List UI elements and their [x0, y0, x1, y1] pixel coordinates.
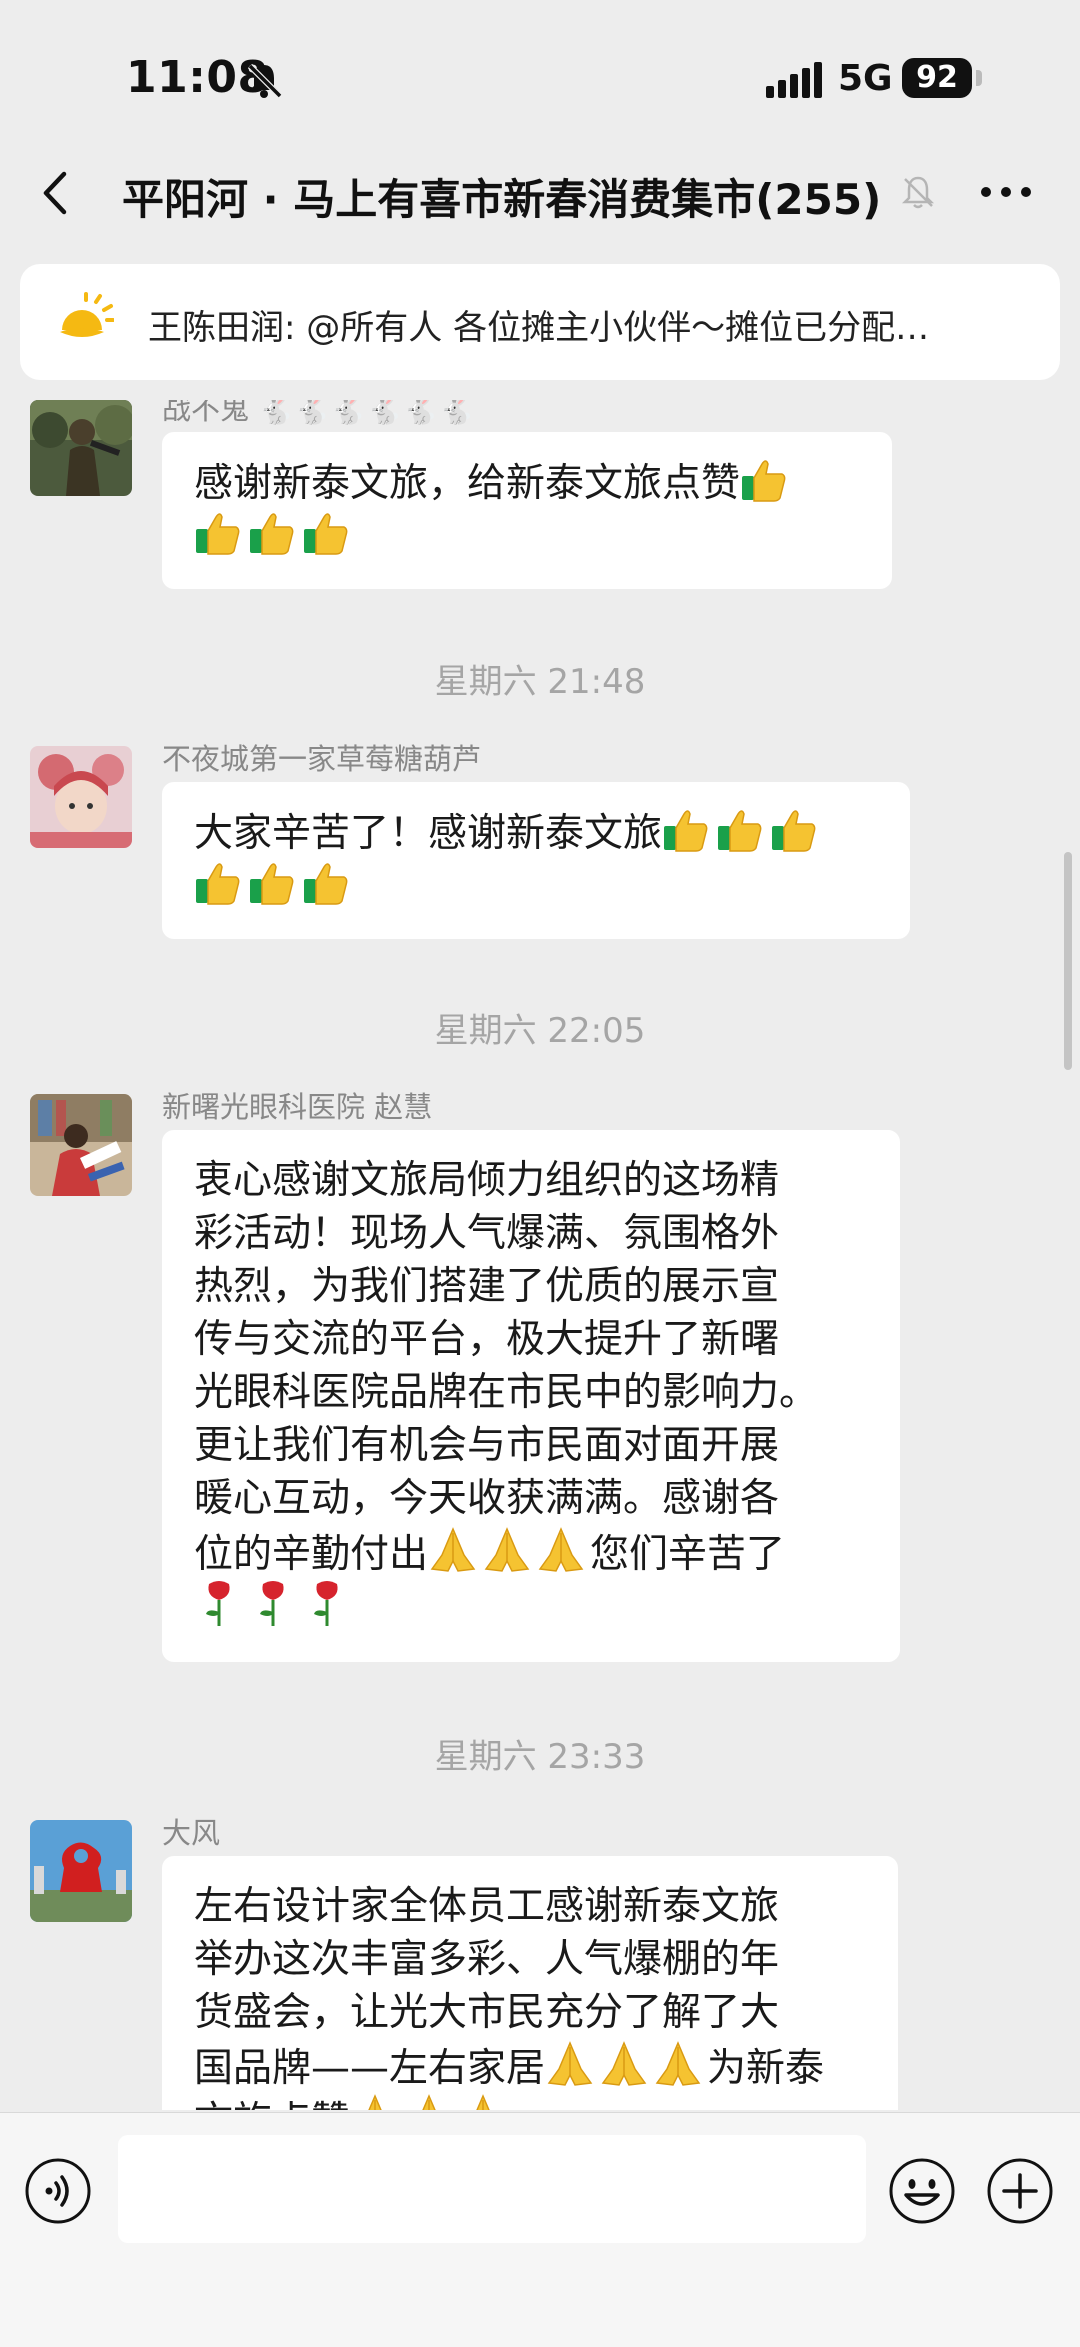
thumbs-up-icon	[304, 863, 348, 905]
message-timestamp: 星期六 21:48	[434, 662, 646, 702]
message-text: 举办这次丰富多彩、人气爆棚的年	[194, 1937, 780, 1982]
praying-hands-icon	[547, 2041, 593, 2086]
message-text: 光眼科医院品牌在市民中的影响力。	[194, 1370, 819, 1415]
emoji-icon[interactable]	[888, 2157, 956, 2225]
voice-icon[interactable]	[24, 2157, 92, 2225]
message-text: 为新泰	[707, 2046, 825, 2091]
sender-name: 新曙光眼科医院 赵慧	[162, 1090, 433, 1124]
message-text: 彩活动！现场人气爆满、氛围格外	[194, 1211, 780, 1256]
message-timestamp: 星期六 22:05	[434, 1011, 646, 1051]
praying-hands-icon	[484, 1527, 530, 1572]
praying-hands-icon	[422, 2094, 436, 2110]
sender-name: 大风	[162, 1816, 221, 1850]
chat-screen: 11:08 5G 92 平阳河 · 马上有喜市新春消费集市(255) 王陈田润:…	[0, 0, 1080, 2347]
thumbs-up-icon	[718, 810, 762, 852]
message-text: 大家辛苦了！感谢新泰文旅	[194, 811, 663, 856]
praying-hands-icon	[538, 1527, 584, 1572]
message-text: 货盛会，让光大市民充分了解了大	[194, 1990, 780, 2035]
message-text: 暖心互动，今天收获满满。感谢各	[194, 1476, 780, 1521]
thumbs-up-icon	[664, 810, 708, 852]
praying-hands-icon	[430, 1527, 476, 1572]
plus-icon[interactable]	[986, 2157, 1054, 2225]
rose-icon	[314, 1581, 338, 1626]
praying-hands-icon	[601, 2041, 647, 2086]
message-text: 国品牌——左右家居	[194, 2046, 546, 2091]
message-text: 文旅点赞	[194, 2099, 350, 2110]
more-dots-icon[interactable]	[976, 172, 1036, 212]
message-text: 更让我们有机会与市民面对面开展	[194, 1423, 780, 1468]
message-bubble[interactable]: 左右设计家全体员工感谢新泰文旅 举办这次丰富多彩、人气爆棚的年 货盛会，让光大市…	[162, 1856, 898, 2110]
message-text: 您们辛苦了	[590, 1532, 786, 1577]
silent-bell-icon	[247, 63, 283, 99]
back-icon[interactable]	[34, 168, 78, 218]
sender-name: 战不鬼 🐇🐇🐇🐇🐇🐇	[162, 400, 475, 426]
battery-tip	[976, 70, 982, 86]
message-list[interactable]: 战不鬼 🐇🐇🐇🐇🐇🐇 感谢新泰文旅，给新泰文旅点赞 星期六 21:48 不夜城第…	[0, 400, 1080, 2110]
thumbs-up-icon	[250, 863, 294, 905]
avatar-child-reading[interactable]	[30, 1094, 132, 1196]
message-text: 传与交流的平台，极大提升了新曙	[194, 1317, 780, 1362]
avatar-girl[interactable]	[30, 746, 132, 848]
battery-indicator: 92	[902, 58, 972, 98]
rose-icon	[260, 1581, 284, 1626]
message-input[interactable]	[118, 2135, 866, 2243]
chat-title: 平阳河 · 马上有喜市新春消费集市(255)	[122, 175, 882, 224]
message-bubble[interactable]: 感谢新泰文旅，给新泰文旅点赞	[162, 432, 892, 589]
message-text: 位的辛勤付出	[194, 1532, 429, 1577]
status-bar: 11:08 5G 92	[0, 0, 1080, 150]
message-timestamp: 星期六 23:33	[434, 1737, 646, 1777]
thumbs-up-icon	[196, 863, 240, 905]
network-type: 5G	[838, 58, 893, 99]
praying-hands-icon	[655, 2041, 701, 2086]
avatar-red-sculpture[interactable]	[30, 1820, 132, 1922]
input-bar	[0, 2112, 1080, 2347]
praying-hands-icon	[368, 2094, 382, 2110]
praying-hands-icon	[476, 2094, 490, 2110]
rose-icon	[206, 1581, 230, 1626]
chat-header: 平阳河 · 马上有喜市新春消费集市(255)	[0, 150, 1080, 234]
message-text: 左右设计家全体员工感谢新泰文旅	[194, 1884, 780, 1929]
pinned-text: 王陈田润: @所有人 各位摊主小伙伴～摊位已分配…	[148, 308, 930, 348]
message-bubble[interactable]: 衷心感谢文旅局倾力组织的这场精 彩活动！现场人气爆满、氛围格外 热烈，为我们搭建…	[162, 1130, 900, 1662]
scrollbar[interactable]	[1064, 852, 1072, 1070]
thumbs-up-icon	[250, 513, 294, 555]
sender-name: 不夜城第一家草莓糖葫芦	[162, 742, 482, 776]
message-text: 感谢新泰文旅，给新泰文旅点赞	[194, 461, 741, 506]
thumbs-up-icon	[742, 460, 786, 502]
message-text: 衷心感谢文旅局倾力组织的这场精	[194, 1158, 780, 1203]
message-bubble[interactable]: 大家辛苦了！感谢新泰文旅	[162, 782, 910, 939]
thumbs-up-icon	[772, 810, 816, 852]
message-text: 热烈，为我们搭建了优质的展示宣	[194, 1264, 780, 1309]
pinned-announcement[interactable]: 王陈田润: @所有人 各位摊主小伙伴～摊位已分配…	[20, 264, 1060, 380]
thumbs-up-icon	[196, 513, 240, 555]
signal-icon	[766, 62, 822, 98]
bell-slash-icon	[901, 176, 935, 209]
avatar-soldier[interactable]	[30, 400, 132, 496]
sun-icon	[60, 292, 114, 337]
thumbs-up-icon	[304, 513, 348, 555]
